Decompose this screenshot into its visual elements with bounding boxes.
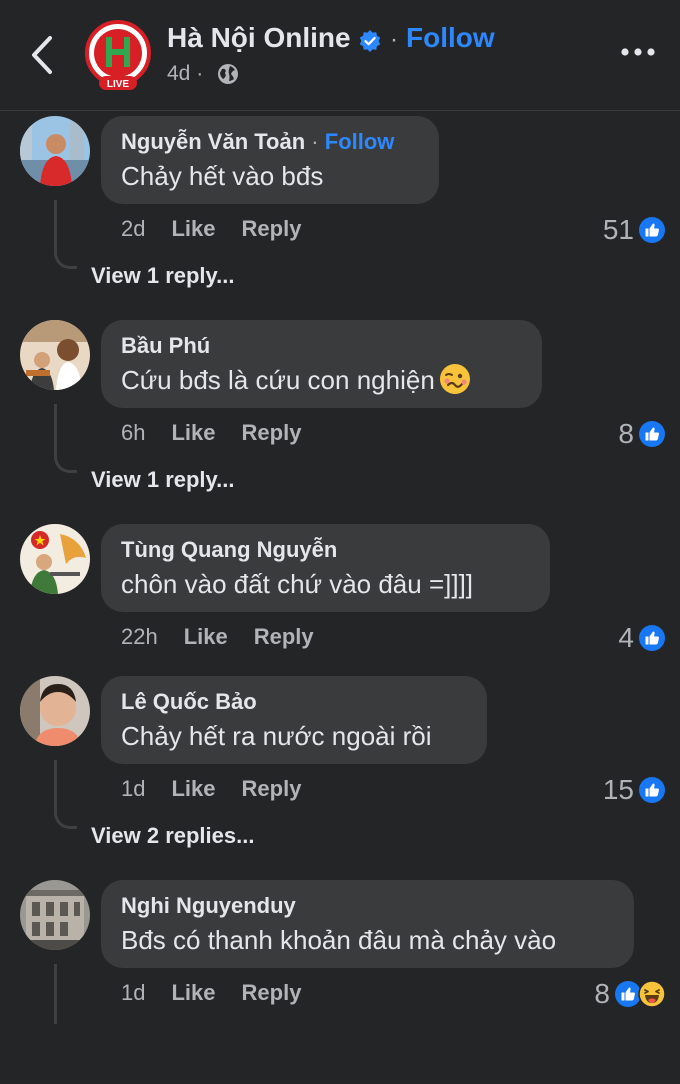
comment-bubble: Tùng Quang Nguyễn chôn vào đất chứ vào đ… (101, 524, 550, 612)
comment-author[interactable]: Nguyễn Văn Toản (121, 129, 305, 154)
view-replies-link[interactable]: View 1 reply... (91, 263, 234, 289)
like-button[interactable]: Like (171, 776, 215, 802)
globe-icon (218, 64, 238, 84)
header-separator: · (390, 26, 398, 53)
thread-line (54, 760, 77, 829)
comment-text: Chảy hết vào bđs (121, 161, 324, 191)
like-button[interactable]: Like (171, 420, 215, 446)
comment-time[interactable]: 1d (121, 776, 145, 802)
comment-time[interactable]: 6h (121, 420, 145, 446)
comment-text: chôn vào đất chứ vào đâu =]]]] (121, 569, 474, 599)
laughing-face-icon (638, 980, 666, 1008)
reaction-count: 8 (618, 418, 634, 449)
verified-badge-icon (359, 30, 381, 52)
like-button[interactable]: Like (184, 624, 228, 650)
comment: Nghi Nguyenduy Bđs có thanh khoản đâu mà… (0, 880, 680, 1084)
like-icon (639, 625, 665, 651)
comment-bubble: Nguyễn Văn Toản · Follow Chảy hết vào bđ… (101, 116, 439, 204)
comment-time[interactable]: 1d (121, 980, 145, 1006)
follow-page-button[interactable]: Follow (406, 22, 495, 54)
page-name[interactable]: Hà Nội Online (167, 22, 351, 54)
avatar[interactable] (20, 676, 90, 746)
comment: Lê Quốc Bảo Chảy hết ra nước ngoài rồi 1… (0, 676, 680, 880)
comment-actions: 1d Like Reply (121, 980, 301, 1006)
like-button[interactable]: Like (171, 980, 215, 1006)
like-button[interactable]: Like (171, 216, 215, 242)
comment-actions: 2d Like Reply (121, 216, 301, 242)
avatar[interactable] (20, 524, 90, 594)
comment-text: Bđs có thanh khoản đâu mà chảy vào (121, 925, 557, 955)
follow-user-button[interactable]: Follow (325, 129, 395, 154)
reply-button[interactable]: Reply (242, 776, 302, 802)
comment: Bầu Phú Cứu bđs là cứu con nghiện 6h Like… (0, 320, 680, 524)
comment-time[interactable]: 2d (121, 216, 145, 242)
author-separator: · (311, 129, 319, 154)
more-options-icon[interactable] (620, 46, 656, 58)
comment-bubble: Bầu Phú Cứu bđs là cứu con nghiện (101, 320, 542, 408)
reply-button[interactable]: Reply (242, 420, 302, 446)
reaction-count: 4 (618, 622, 634, 653)
reaction-count: 51 (602, 214, 634, 245)
page-avatar[interactable]: LIVE (83, 20, 153, 90)
comment-author[interactable]: Lê Quốc Bảo (121, 688, 467, 716)
like-icon (639, 217, 665, 243)
comment-text: Chảy hết ra nước ngoài rồi (121, 721, 432, 751)
thread-line (54, 964, 77, 1024)
comment-author[interactable]: Tùng Quang Nguyễn (121, 536, 530, 564)
post-header: LIVE Hà Nội Online · Follow 4d · (0, 0, 680, 111)
reply-button[interactable]: Reply (254, 624, 314, 650)
comment-time[interactable]: 22h (121, 624, 158, 650)
reaction-count: 15 (602, 774, 634, 805)
back-arrow-icon[interactable] (22, 32, 62, 78)
woozy-face-emoji (439, 364, 470, 394)
comment-actions: 22h Like Reply (121, 624, 314, 650)
reaction-summary[interactable]: 4 (618, 620, 666, 656)
like-icon (639, 777, 665, 803)
comment-bubble: Lê Quốc Bảo Chảy hết ra nước ngoài rồi (101, 676, 487, 764)
reply-button[interactable]: Reply (242, 216, 302, 242)
thread-line (54, 404, 77, 473)
comment-author[interactable]: Nghi Nguyenduy (121, 892, 614, 920)
comment-actions: 6h Like Reply (121, 420, 301, 446)
comment-author-line: Nguyễn Văn Toản · Follow (121, 128, 419, 156)
comment-text-line: Cứu bđs là cứu con nghiện (121, 362, 522, 398)
reaction-summary[interactable]: 51 (603, 212, 666, 248)
comment-author[interactable]: Bầu Phú (121, 332, 522, 360)
avatar[interactable] (20, 320, 90, 390)
reaction-summary[interactable]: 15 (603, 772, 666, 808)
view-replies-link[interactable]: View 1 reply... (91, 467, 234, 493)
post-time[interactable]: 4d · (167, 62, 203, 86)
avatar[interactable] (20, 880, 90, 950)
live-badge: LIVE (107, 79, 130, 90)
reaction-summary[interactable]: 8 (618, 416, 666, 452)
comment: Nguyễn Văn Toản · Follow Chảy hết vào bđ… (0, 116, 680, 320)
view-replies-link[interactable]: View 2 replies... (91, 823, 254, 849)
reaction-summary[interactable]: 8 (594, 976, 666, 1012)
reaction-count: 8 (594, 978, 610, 1009)
thread-line (54, 200, 77, 269)
comment-bubble: Nghi Nguyenduy Bđs có thanh khoản đâu mà… (101, 880, 634, 968)
like-icon (639, 421, 665, 447)
comment-actions: 1d Like Reply (121, 776, 301, 802)
avatar[interactable] (20, 116, 90, 186)
reply-button[interactable]: Reply (242, 980, 302, 1006)
comment-text: Cứu bđs là cứu con nghiện (121, 365, 435, 395)
